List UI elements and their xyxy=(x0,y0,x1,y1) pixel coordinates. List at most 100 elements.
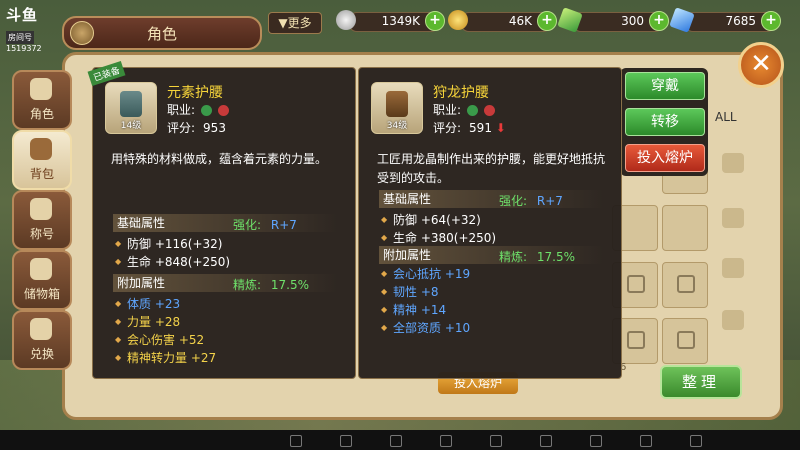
job-label: 职业: xyxy=(433,103,462,117)
silver-coin-icon xyxy=(336,10,356,30)
class-mage-icon xyxy=(217,105,229,116)
score-value: 953 xyxy=(203,121,226,135)
score-down-arrow-icon: ⬇ xyxy=(495,121,506,135)
stream-watermark: 斗鱼 房间号 1519372 xyxy=(6,4,48,56)
close-button[interactable]: ✕ xyxy=(738,42,784,88)
armor-icon xyxy=(30,78,52,100)
refine-label: 精炼: xyxy=(499,250,528,264)
accessory-filter-icon[interactable] xyxy=(722,258,744,278)
enhance-label: 强化: xyxy=(233,218,262,232)
belt-filter-icon[interactable] xyxy=(722,208,744,228)
base-attr-defense: 防御 +64(+32) xyxy=(381,212,481,228)
add-blue-diamond-button[interactable]: + xyxy=(761,11,781,31)
sidebar-item-storage[interactable]: 储物箱 xyxy=(12,250,72,310)
refine-label: 精炼: xyxy=(233,278,262,292)
item-icon-box: 34级 xyxy=(371,82,423,134)
score-label: 评分: xyxy=(167,121,196,135)
sidebar-item-bag[interactable]: 背包 xyxy=(12,130,72,190)
belt-icon xyxy=(386,91,408,117)
sidebar-item-label: 背包 xyxy=(29,167,54,181)
lock-icon xyxy=(627,331,645,349)
room-id: 1519372 xyxy=(6,44,42,53)
extra-attr: 全部资质 +10 xyxy=(381,320,470,336)
taskbar-icon[interactable] xyxy=(640,435,652,447)
equip-button[interactable]: 穿戴 xyxy=(625,72,705,100)
equipped-item-tooltip: 14级 已装备 元素护腰 职业: 评分: 953 用特殊的材料做成，蕴含着元素的力… xyxy=(87,60,356,379)
sidebar-item-title[interactable]: 称号 xyxy=(12,190,72,250)
brand-logo: 斗鱼 xyxy=(6,6,39,24)
currency-value: 7685 xyxy=(725,14,756,28)
item-name: 元素护腰 xyxy=(167,85,223,101)
refine-value: 17.5% xyxy=(536,250,575,264)
item-score: 评分: 591 ⬇ xyxy=(433,119,506,136)
extra-attr: 精神转力量 +27 xyxy=(115,350,216,366)
taskbar-icon[interactable] xyxy=(540,435,552,447)
sidebar-item-label: 角色 xyxy=(29,107,54,121)
pet-filter-icon[interactable] xyxy=(722,310,744,330)
filter-all-tab[interactable]: ALL xyxy=(715,110,737,124)
currency-value: 46K xyxy=(508,14,532,28)
item-score: 评分: 953 xyxy=(167,119,226,136)
extra-attr: 会心抵抗 +19 xyxy=(381,266,470,282)
extra-attr: 力量 +28 xyxy=(115,314,180,330)
inventory-slot[interactable] xyxy=(662,318,708,364)
refine-info: 精炼: 17.5% xyxy=(499,248,575,265)
item-level: 34级 xyxy=(386,121,408,131)
class-mage-icon xyxy=(483,105,495,116)
score-label: 评分: xyxy=(433,121,462,135)
exchange-icon xyxy=(30,318,52,340)
add-gold-button[interactable]: + xyxy=(537,11,557,31)
sidebar-item-character[interactable]: 角色 xyxy=(12,70,72,130)
smelt-button[interactable]: 投入熔炉 xyxy=(625,144,705,172)
base-attr-header: 基础属性 xyxy=(113,214,337,232)
taskbar-icon[interactable] xyxy=(590,435,602,447)
taskbar-icon[interactable] xyxy=(440,435,452,447)
window-title-tab: 角色 xyxy=(62,16,262,50)
extra-attr: 韧性 +8 xyxy=(381,284,438,300)
item-description: 用特殊的材料做成，蕴含着元素的力量。 xyxy=(111,152,328,166)
storage-icon xyxy=(30,258,52,280)
sidebar-item-label: 储物箱 xyxy=(23,287,60,301)
taskbar-icon[interactable] xyxy=(290,435,302,447)
belt-icon xyxy=(120,91,142,117)
inventory-slot[interactable] xyxy=(662,262,708,308)
sidebar-item-label: 称号 xyxy=(29,227,54,241)
clothing-filter-icon[interactable] xyxy=(722,153,744,173)
room-label: 房间号 xyxy=(6,31,34,44)
enhance-label: 强化: xyxy=(499,194,528,208)
transfer-button[interactable]: 转移 xyxy=(625,108,705,136)
more-button[interactable]: ▼更多 xyxy=(268,12,322,34)
inventory-slot[interactable] xyxy=(662,205,708,251)
base-attr-defense: 防御 +116(+32) xyxy=(115,236,223,252)
enhance-value: R+7 xyxy=(270,218,297,232)
sidebar-item-label: 兑换 xyxy=(29,347,54,361)
taskbar-icon[interactable] xyxy=(490,435,502,447)
item-job: 职业: xyxy=(433,101,495,118)
enhance-info: 强化: R+7 xyxy=(499,192,563,209)
system-taskbar xyxy=(0,430,800,450)
taskbar-icon[interactable] xyxy=(340,435,352,447)
taskbar-icon[interactable] xyxy=(390,435,402,447)
enhance-value: R+7 xyxy=(536,194,563,208)
sidebar-item-exchange[interactable]: 兑换 xyxy=(12,310,72,370)
extra-attr: 会心伤害 +52 xyxy=(115,332,204,348)
item-icon-box: 14级 xyxy=(105,82,157,134)
sort-button[interactable]: 整理 xyxy=(660,365,742,399)
lock-icon xyxy=(627,275,645,293)
base-attr-header: 基础属性 xyxy=(379,190,603,208)
add-silver-button[interactable]: + xyxy=(425,11,445,31)
title-icon xyxy=(30,198,52,220)
item-name: 狩龙护腰 xyxy=(433,85,489,101)
refine-value: 17.5% xyxy=(270,278,309,292)
add-green-gem-button[interactable]: + xyxy=(649,11,669,31)
enhance-info: 强化: R+7 xyxy=(233,216,297,233)
refine-info: 精炼: 17.5% xyxy=(233,276,309,293)
lock-icon xyxy=(677,275,695,293)
item-description: 工匠用龙晶制作出来的护腰，能更好地抵抗受到的攻击。 xyxy=(377,152,606,185)
base-attr-hp: 生命 +848(+250) xyxy=(115,254,230,270)
item-job: 职业: xyxy=(167,101,229,118)
job-label: 职业: xyxy=(167,103,196,117)
taskbar-icon[interactable] xyxy=(690,435,702,447)
base-attr-hp: 生命 +380(+250) xyxy=(381,230,496,246)
currency-value: 1349K xyxy=(381,14,420,28)
